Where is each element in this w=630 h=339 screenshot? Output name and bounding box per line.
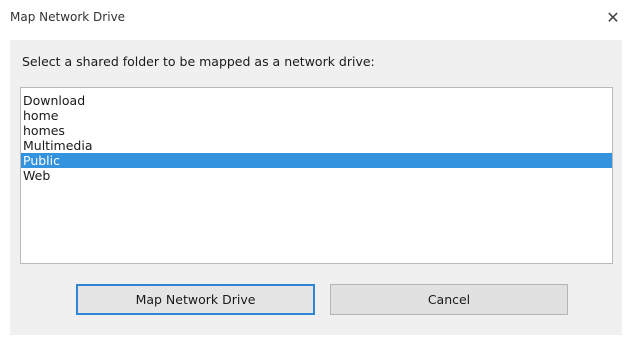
window-title: Map Network Drive (10, 10, 126, 24)
list-item-multimedia[interactable]: Multimedia (21, 138, 612, 153)
shared-folder-listbox[interactable]: Download home homes Multimedia Public We… (20, 87, 613, 264)
dialog-body: Select a shared folder to be mapped as a… (10, 40, 622, 335)
list-item-home[interactable]: home (21, 108, 612, 123)
close-button[interactable]: ✕ (602, 6, 624, 28)
cancel-button[interactable]: Cancel (330, 284, 568, 315)
title-bar: Map Network Drive ✕ (0, 0, 630, 34)
list-item-web[interactable]: Web (21, 168, 612, 183)
close-icon: ✕ (606, 7, 620, 27)
list-item-homes[interactable]: homes (21, 123, 612, 138)
map-network-drive-button[interactable]: Map Network Drive (76, 284, 315, 315)
prompt-label: Select a shared folder to be mapped as a… (22, 54, 375, 69)
list-item-public[interactable]: Public (21, 153, 612, 168)
list-item-download[interactable]: Download (21, 93, 612, 108)
map-network-drive-dialog: Map Network Drive ✕ Select a shared fold… (0, 0, 630, 339)
